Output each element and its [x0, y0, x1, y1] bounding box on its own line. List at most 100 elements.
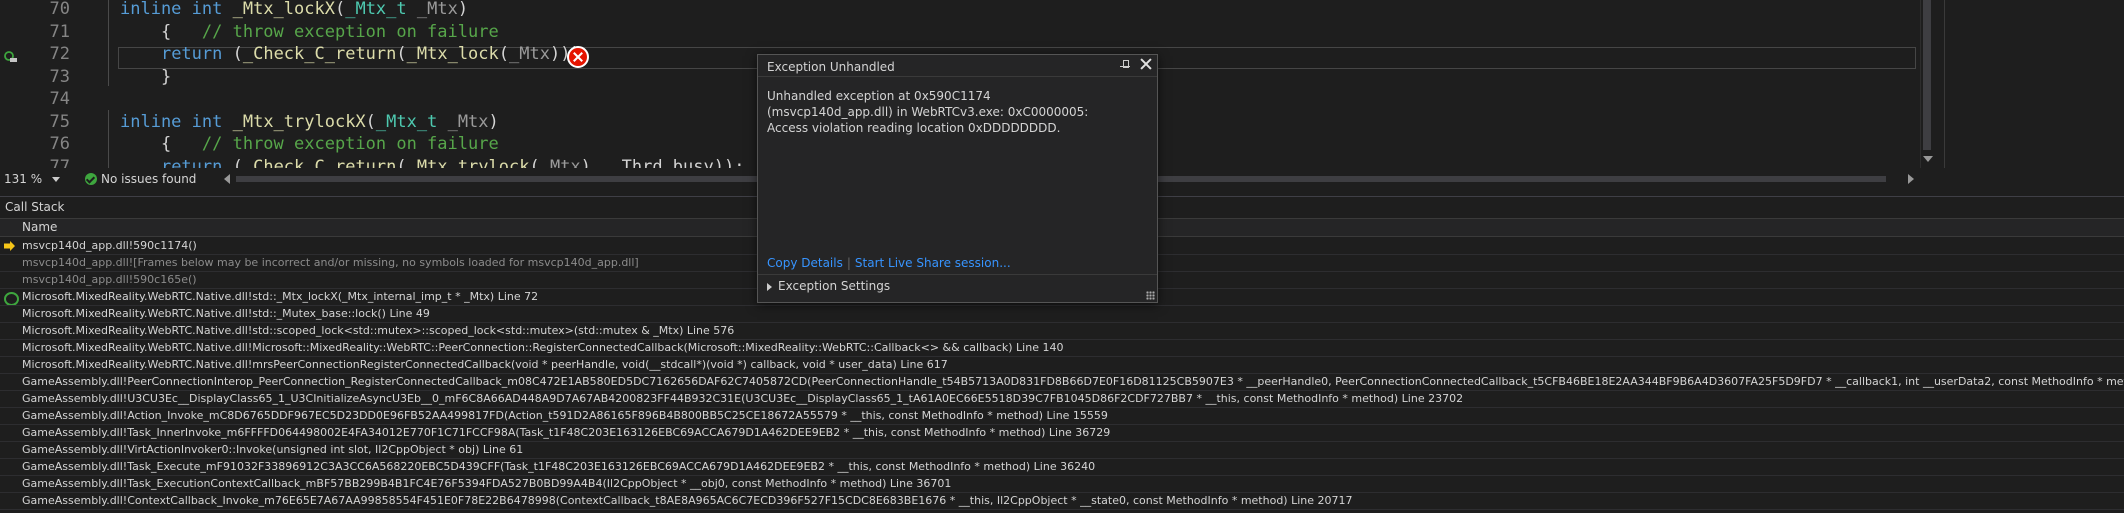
panel-title: Call Stack	[5, 200, 65, 214]
stack-frame-text: GameAssembly.dll!Task_InnerInvoke_m6FFFF…	[22, 426, 1111, 439]
code-token: inline	[120, 111, 192, 132]
stack-frame-row[interactable]: Microsoft.MixedReality.WebRTC.Native.dll…	[0, 340, 2124, 357]
code-token: {	[120, 21, 202, 42]
exception-settings-label: Exception Settings	[778, 279, 891, 293]
stack-frame-text: msvcp140d_app.dll!590c1174()	[22, 239, 197, 252]
code-line[interactable]: 70 inline int _Mtx_lockX(_Mtx_t _Mtx)	[0, 0, 1920, 20]
line-number: 76	[49, 134, 70, 154]
code-token: _Check_C_return	[242, 44, 397, 64]
stack-frame-row[interactable]: GameAssembly.dll!Task_ExecutionContextCa…	[0, 476, 2124, 493]
code-token: (	[232, 44, 243, 64]
scrollbar-thumb[interactable]	[1923, 0, 1931, 150]
zoom-dropdown-chevron-icon[interactable]	[52, 177, 60, 182]
scroll-left-arrow-icon[interactable]	[224, 174, 230, 184]
code-token: _Mtx_lock	[406, 44, 499, 64]
line-number: 71	[49, 21, 70, 42]
line-number: 75	[49, 111, 70, 132]
code-token: (	[334, 0, 346, 19]
code-token: }	[120, 66, 172, 87]
zoom-level[interactable]: 131 %	[4, 168, 42, 190]
code-token: return	[160, 156, 233, 169]
stack-frame-row[interactable]: GameAssembly.dll!Task_Execute_mF91032F33…	[0, 459, 2124, 476]
line-number: 74	[49, 89, 70, 109]
code-token: (	[365, 111, 376, 132]
code-token: _Mtx_trylock	[406, 156, 530, 169]
divider	[758, 76, 1157, 77]
link-separator: |	[846, 256, 851, 270]
code-text: { // throw exception on failure	[120, 21, 499, 43]
stack-frame-row[interactable]: GameAssembly.dll!Task_InnerInvoke_m6FFFF…	[0, 425, 2124, 442]
stack-frame-text: Microsoft.MixedReality.WebRTC.Native.dll…	[22, 290, 539, 303]
code-token: _Mtx	[539, 156, 581, 169]
code-token: )	[457, 0, 469, 19]
check-icon	[85, 173, 97, 185]
code-token: _Mtx_trylockX	[232, 111, 366, 132]
line-number: 77	[49, 156, 70, 169]
stack-frame-text: Microsoft.MixedReality.WebRTC.Native.dll…	[22, 307, 430, 320]
exception-links: Copy Details | Start Live Share session...	[767, 255, 1011, 271]
code-token: int	[191, 111, 233, 132]
code-token: (	[529, 156, 540, 169]
line-number: 70	[49, 0, 70, 19]
scroll-down-arrow-icon[interactable]	[1923, 156, 1933, 162]
scroll-right-arrow-icon[interactable]	[1908, 174, 1914, 184]
code-token: // throw exception on failure	[201, 134, 499, 154]
pin-icon[interactable]	[1120, 60, 1130, 70]
divider	[758, 274, 1157, 275]
code-token: _Mtx	[416, 0, 458, 19]
stack-frame-row[interactable]: GameAssembly.dll!ContextCallback_Invoke_…	[0, 493, 2124, 510]
stack-frame-row[interactable]: GameAssembly.dll!VirtActionInvoker0::Inv…	[0, 442, 2124, 459]
stack-frame-row[interactable]: GameAssembly.dll!PeerConnectionInterop_P…	[0, 374, 2124, 391]
code-token: ), _Thrd_busy));	[580, 156, 745, 169]
live-share-link[interactable]: Start Live Share session...	[855, 256, 1011, 270]
code-token: return	[160, 44, 233, 64]
stack-frame-row[interactable]: GameAssembly.dll!U3CU3Ec__DisplayClass65…	[0, 391, 2124, 408]
column-header-label: Name	[22, 220, 58, 234]
code-token: _Mtx_lockX	[232, 0, 335, 19]
vertical-scrollbar[interactable]	[1920, 0, 1933, 168]
exception-message: Unhandled exception at 0x590C1174 (msvcp…	[767, 89, 1089, 135]
copy-details-link[interactable]: Copy Details	[767, 256, 843, 270]
code-token: int	[191, 0, 233, 19]
code-token: _Mtx_t	[375, 111, 448, 132]
stack-frame-text: msvcp140d_app.dll!590c165e()	[22, 273, 197, 286]
stack-frame-text: GameAssembly.dll!U3CU3Ec__DisplayClass65…	[22, 392, 1464, 405]
stack-frame-text: GameAssembly.dll!Task_ExecutionContextCa…	[22, 477, 952, 490]
code-token: _Mtx	[447, 111, 489, 132]
stack-frame-text: GameAssembly.dll!VirtActionInvoker0::Inv…	[22, 443, 524, 456]
stack-frame-text: GameAssembly.dll!Action_Invoke_mC8D6765D…	[22, 409, 1108, 422]
exception-settings-toggle[interactable]: Exception Settings	[767, 278, 890, 294]
resize-grip-icon[interactable]	[1146, 291, 1155, 300]
close-icon[interactable]	[1139, 57, 1153, 71]
line-number: 72	[49, 44, 70, 64]
current-frame-arrow-icon	[4, 241, 15, 251]
stack-frame-row[interactable]: Microsoft.MixedReality.WebRTC.Native.dll…	[0, 323, 2124, 340]
error-icon[interactable]	[567, 46, 589, 68]
stack-frame-text: Microsoft.MixedReality.WebRTC.Native.dll…	[22, 324, 735, 337]
code-text: return (_Check_C_return(_Mtx_lock(_Mtx))…	[120, 43, 591, 65]
code-token: _Mtx_t	[345, 0, 417, 19]
code-token: {	[120, 134, 202, 154]
stack-frame-row[interactable]: Microsoft.MixedReality.WebRTC.Native.dll…	[0, 306, 2124, 323]
stack-frame-row[interactable]: Microsoft.MixedReality.WebRTC.Native.dll…	[0, 357, 2124, 374]
code-text: }	[120, 66, 171, 88]
line-number: 73	[49, 66, 70, 87]
code-token: _Mtx	[509, 44, 550, 64]
stack-frame-text: GameAssembly.dll!Task_Execute_mF91032F33…	[22, 460, 1096, 473]
stack-frame-row[interactable]: GameAssembly.dll!Action_Invoke_mC8D6765D…	[0, 408, 2124, 425]
code-token: )	[488, 111, 499, 132]
stack-frame-text: GameAssembly.dll!PeerConnectionInterop_P…	[22, 375, 2124, 388]
chevron-right-icon	[767, 282, 772, 291]
code-line[interactable]: 71 { // throw exception on failure	[0, 21, 1920, 43]
code-token: (	[396, 44, 407, 64]
code-token: _Check_C_return	[242, 156, 397, 169]
stack-frame-text: GameAssembly.dll!ContextCallback_Invoke_…	[22, 494, 1353, 507]
code-token: (	[396, 156, 407, 169]
scroll-map-divider	[1944, 0, 1945, 168]
exception-popup: Exception Unhandled Unhandled exception …	[757, 54, 1158, 303]
stack-frame-text: Microsoft.MixedReality.WebRTC.Native.dll…	[22, 341, 1064, 354]
code-token: // throw exception on failure	[201, 21, 499, 42]
code-text: return (_Check_C_return(_Mtx_trylock(_Mt…	[120, 156, 744, 169]
issues-status[interactable]: No issues found	[101, 168, 196, 190]
